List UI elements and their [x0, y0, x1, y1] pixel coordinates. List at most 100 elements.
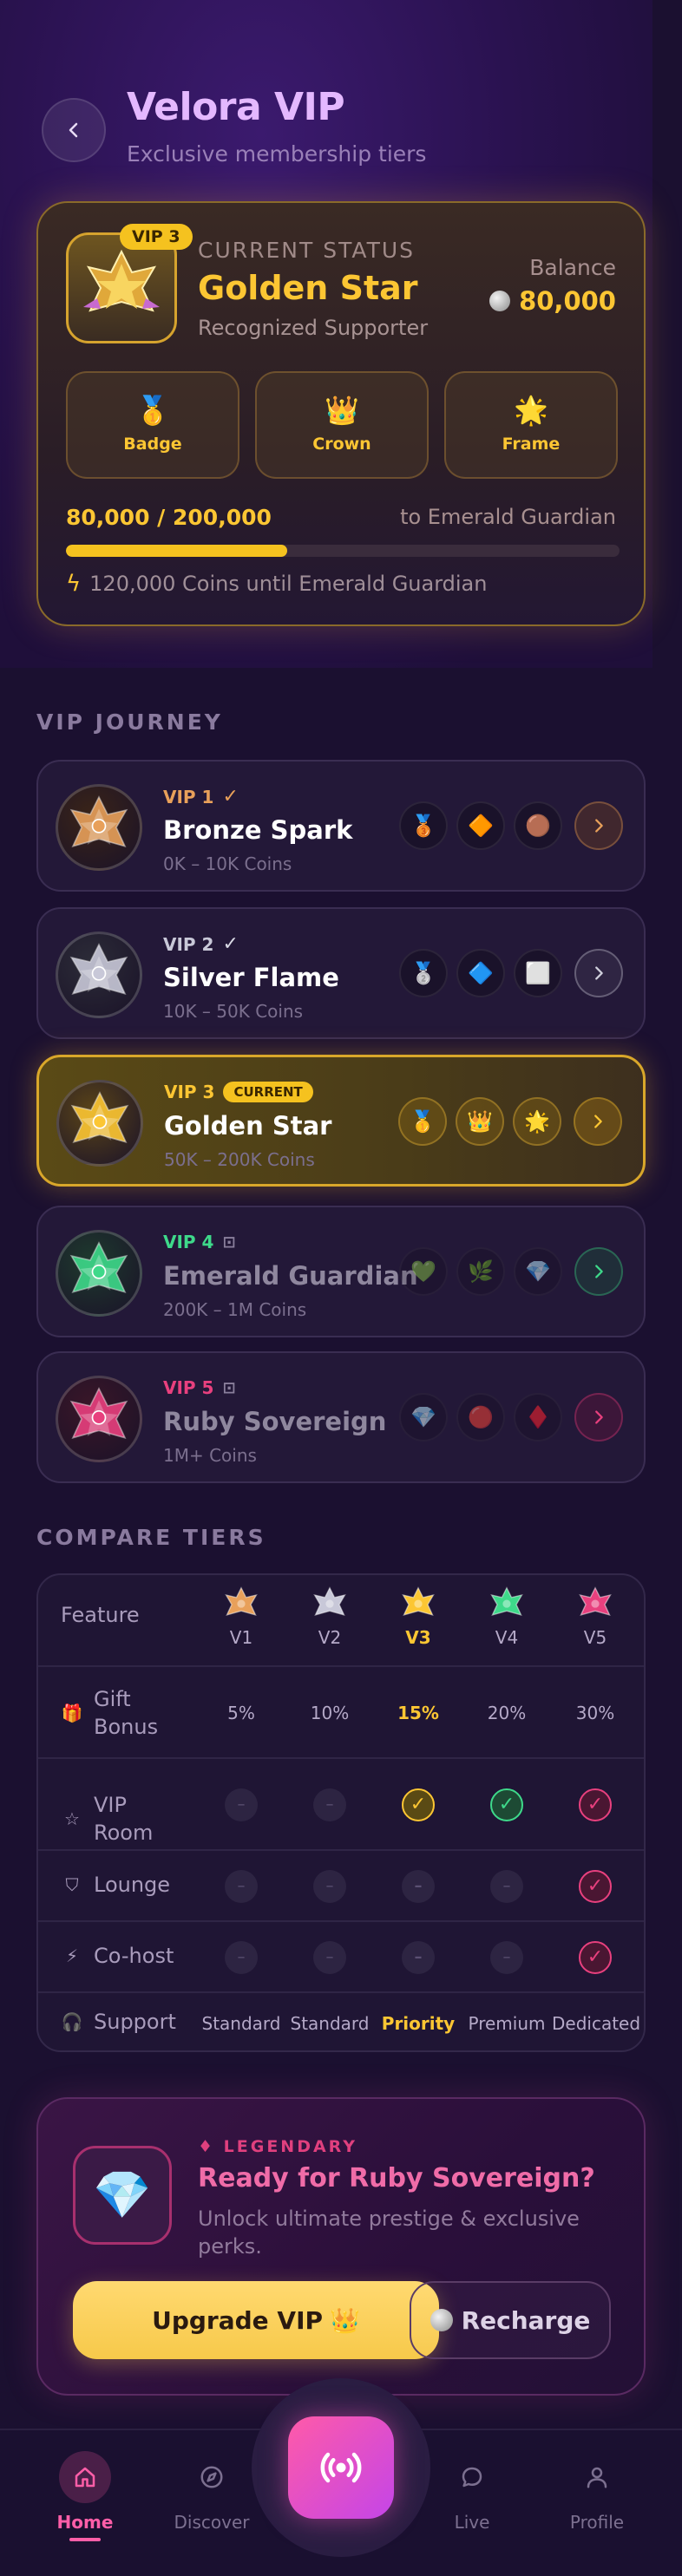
legendary-tag: ♦ LEGENDARY — [198, 2137, 358, 2156]
recharge-button[interactable]: Recharge — [410, 2281, 611, 2359]
tier-level-label: VIP 5 — [163, 1377, 214, 1398]
nav-live[interactable]: Live — [420, 2451, 524, 2533]
feature-name: ☆ VIP Room — [61, 1791, 180, 1847]
active-indicator — [69, 2538, 101, 2541]
compare-cell: – — [463, 1941, 550, 1974]
perk-badge[interactable]: 🥇 Badge — [66, 371, 239, 479]
feature-header: Feature — [61, 1603, 140, 1627]
tier-name: Silver Flame — [163, 963, 339, 992]
tier-card-vip-4[interactable]: VIP 4 ⊡ Emerald Guardian 200K – 1M Coins 💚 🌿 💎 — [36, 1206, 646, 1337]
perk-icon: 🟤 — [514, 801, 562, 850]
not-included-icon: – — [402, 1870, 435, 1903]
crown-icon: 👑 — [330, 2305, 360, 2335]
nav-discover[interactable]: Discover — [160, 2451, 264, 2533]
upgrade-vip-label: Upgrade VIP — [152, 2305, 324, 2335]
compare-cell: ✓ — [552, 1941, 639, 1974]
upgrade-vip-button[interactable]: Upgrade VIP 👑 — [73, 2281, 439, 2359]
compare-cell: – — [198, 1941, 285, 1974]
tier-medal-icon — [56, 1376, 142, 1462]
perk-crown[interactable]: 👑 Crown — [255, 371, 429, 479]
feature-label: Gift Bonus — [94, 1687, 159, 1739]
tier-level-label: VIP 1 — [163, 786, 214, 807]
compare-cell: – — [286, 1788, 373, 1821]
compare-cell: ✓ — [552, 1870, 639, 1903]
chevron-right-icon[interactable] — [574, 949, 623, 997]
perk-icon: 🥉 — [399, 801, 448, 850]
perk-icon: 💚 — [399, 1247, 448, 1296]
coin-icon — [430, 2309, 453, 2331]
tier-medal-icon — [56, 784, 142, 871]
chat-icon — [446, 2451, 498, 2503]
tier-column-label: V4 — [495, 1627, 519, 1648]
chevron-right-icon[interactable] — [574, 1393, 623, 1442]
nav-label: Discover — [174, 2512, 250, 2533]
compare-cell: 20% — [487, 1703, 527, 1723]
compare-cell: Premium — [468, 2013, 546, 2034]
tier-range: 50K – 200K Coins — [164, 1149, 315, 1170]
compare-header-row: Feature V1 V2 V3 V4 V5 — [38, 1575, 644, 1667]
current-badge: CURRENT — [223, 1082, 313, 1102]
not-included-icon: – — [313, 1870, 346, 1903]
upgrade-card: 💎 ♦ LEGENDARY Ready for Ruby Sovereign? … — [36, 2097, 646, 2396]
chevron-right-icon[interactable] — [574, 801, 623, 850]
progress-note-text: 120,000 Coins until Emerald Guardian — [89, 572, 488, 596]
tier-column-label: V1 — [229, 1627, 253, 1648]
tier-mini-medal-icon — [225, 1586, 258, 1616]
back-button[interactable] — [42, 98, 106, 162]
tier-perk-icons: 🥈 🔷 ⬜ — [399, 949, 562, 997]
check-icon: ✓ — [579, 1870, 612, 1903]
nav-home[interactable]: Home — [33, 2451, 137, 2541]
tier-name: Emerald Guardian — [163, 1261, 418, 1291]
perk-icon: 🔶 — [456, 801, 505, 850]
feature-icon: 🎧 — [61, 2011, 83, 2032]
feature-label: Support — [94, 2010, 176, 2034]
perk-icon: 💎 — [399, 1393, 448, 1442]
go-live-button[interactable] — [288, 2416, 394, 2519]
tier-column-header: V2 — [286, 1585, 373, 1648]
compare-cell: Dedicated — [552, 2013, 641, 2034]
compare-cell: ✓ — [552, 1788, 639, 1821]
compare-cell: – — [286, 1870, 373, 1903]
tier-column-label: V3 — [405, 1627, 431, 1648]
tier-column-header: V1 — [198, 1585, 285, 1648]
tier-mini-medal-icon — [579, 1586, 612, 1616]
nav-profile[interactable]: Profile — [545, 2451, 649, 2533]
compare-cell: – — [375, 1870, 462, 1903]
tier-card-vip-3[interactable]: VIP 3 CURRENT Golden Star 50K – 200K Coins 🥇… — [36, 1055, 646, 1187]
perk-icon: ♦️ — [514, 1393, 562, 1442]
tier-level: VIP 3 CURRENT — [164, 1082, 313, 1102]
tier-name: Ruby Sovereign — [163, 1407, 387, 1436]
tier-medal-icon — [56, 1230, 142, 1317]
chevron-right-icon[interactable] — [574, 1247, 623, 1296]
compare-cell: 15% — [397, 1703, 439, 1723]
tier-card-vip-5[interactable]: VIP 5 ⊡ Ruby Sovereign 1M+ Coins 💎 🔴 ♦️ — [36, 1351, 646, 1483]
vip-journey-title: VIP JOURNEY — [36, 709, 223, 735]
nav-label: Live — [454, 2512, 490, 2533]
not-included-icon: – — [490, 1941, 523, 1974]
tier-range: 200K – 1M Coins — [163, 1299, 307, 1320]
crown-icon: 👑 — [325, 394, 359, 427]
recharge-label: Recharge — [461, 2305, 591, 2335]
chevron-right-icon[interactable] — [574, 1097, 622, 1146]
perk-frame[interactable]: 🌟 Frame — [444, 371, 618, 479]
feature-label: VIP Room — [94, 1793, 154, 1845]
page-title: Velora VIP — [127, 85, 345, 129]
progress-target: to Emerald Guardian — [400, 505, 616, 529]
coin-icon — [489, 291, 511, 311]
perk-icon: 🔷 — [456, 949, 505, 997]
tier-level: VIP 5 ⊡ — [163, 1377, 236, 1398]
lock-icon: ⊡ — [222, 1232, 236, 1252]
tier-card-vip-1[interactable]: VIP 1 ✓ Bronze Spark 0K – 10K Coins 🥉 🔶 🟤 — [36, 760, 646, 892]
feature-icon: ⚡ — [65, 1945, 79, 1966]
gem-icon: 💎 — [73, 2146, 172, 2245]
perk-label: Badge — [123, 435, 182, 454]
perk-icon: 🥇 — [398, 1097, 447, 1146]
compare-cell: ✓ — [375, 1788, 462, 1821]
feature-label: Lounge — [94, 1873, 171, 1897]
feature-name: ⛉ Lounge — [61, 1873, 171, 1897]
tier-card-vip-2[interactable]: VIP 2 ✓ Silver Flame 10K – 50K Coins 🥈 🔷 ⬜ — [36, 907, 646, 1039]
feature-name: 🎁 Gift Bonus — [61, 1685, 180, 1741]
vip-level-chip: VIP 3 — [120, 224, 193, 250]
current-tier-name: Golden Star — [198, 269, 418, 307]
check-icon: ✓ — [579, 1788, 612, 1821]
